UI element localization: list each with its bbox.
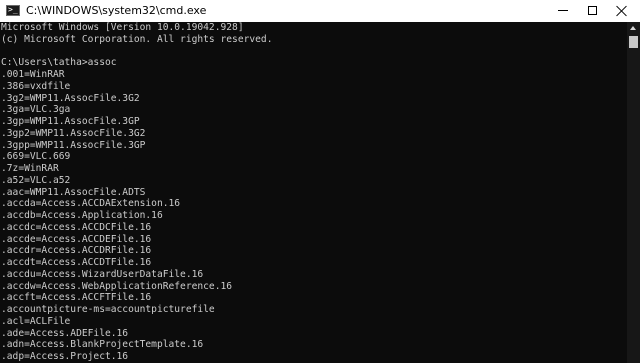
cmd-prompt-icon[interactable]: >_ [6,5,20,16]
console-line: .accde=Access.ACCDEFile.16 [1,233,152,245]
maximize-icon [588,6,597,15]
console-line: .aac=WMP11.AssocFile.ADTS [1,186,146,198]
console-line: .adn=Access.BlankProjectTemplate.16 [1,339,204,351]
console-line: .adp=Access.Project.16 [1,351,129,362]
console-line: .001=WinRAR [1,69,65,80]
cmd-prompt-glyph: >_ [8,5,18,14]
console-line: .ade=Access.ADEFile.16 [1,327,129,339]
console-line: .accft=Access.ACCFTFile.16 [1,292,152,304]
title-bar[interactable]: >_ C:\WINDOWS\system32\cmd.exe [0,0,640,22]
console-line: .accdw=Access.WebApplicationReference.16 [1,280,233,292]
console-line: .3gpp=WMP11.AssocFile.3GP [1,139,146,151]
console-line: .386=vxdfile [1,80,71,92]
cmd-window: >_ C:\WINDOWS\system32\cmd.exe Microsoft… [0,0,640,363]
console-line: .a52=VLC.a52 [1,174,71,186]
console-line: Microsoft Windows [Version 10.0.19042.92… [1,22,244,33]
console-line: .7z=WinRAR [1,163,59,174]
console-line: .accdb=Access.Application.16 [1,210,163,221]
close-button[interactable] [608,0,640,22]
console-line: .accountpicture-ms=accountpicturefile [1,304,215,315]
command-line: C:\Users\tatha>assoc [1,57,117,69]
vertical-scrollbar[interactable] [627,22,640,363]
scrollbar-thumb[interactable] [629,36,638,48]
window-title: C:\WINDOWS\system32\cmd.exe [26,4,207,17]
console-line: .3gp=WMP11.AssocFile.3GP [1,116,140,127]
console-line: .3g2=WMP11.AssocFile.3G2 [1,92,140,104]
minimize-icon [558,10,568,11]
scroll-up-button[interactable] [627,22,640,35]
console-line: (c) Microsoft Corporation. All rights re… [1,33,273,45]
console-line: .accdt=Access.ACCDTFile.16 [1,257,152,268]
console-line: .accdc=Access.ACCDCFile.16 [1,221,152,233]
console-line: .accdu=Access.WizardUserDataFile.16 [1,268,204,280]
close-icon [616,5,628,17]
console-line: .3gp2=WMP11.AssocFile.3G2 [1,127,146,139]
console-line: .accda=Access.ACCDAExtension.16 [1,198,181,210]
console-line: .acl=ACLFile [1,315,71,327]
console-line: .669=VLC.669 [1,151,71,163]
console-line: .accdr=Access.ACCDRFile.16 [1,245,152,257]
console-line: .3ga=VLC.3ga [1,104,71,116]
console-output[interactable]: Microsoft Windows [Version 10.0.19042.92… [1,22,627,363]
chevron-up-icon [630,26,636,30]
